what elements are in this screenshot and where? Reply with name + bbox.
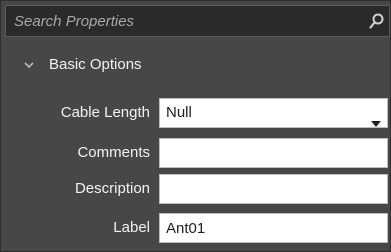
properties-panel: Basic Options Cable Length Null Comments… [0, 0, 391, 252]
dropdown-arrow-icon[interactable] [371, 110, 381, 127]
group-title: Basic Options [49, 55, 142, 73]
property-row-comments: Comments [1, 138, 391, 168]
description-label: Description [74, 180, 150, 197]
property-row-description: Description [1, 174, 391, 204]
cable-length-select[interactable]: Null [159, 98, 388, 128]
group-basic-options[interactable]: Basic Options [23, 53, 142, 75]
search-bar [5, 5, 390, 37]
description-field[interactable] [159, 174, 388, 204]
property-row-label: Label [1, 213, 391, 243]
search-icon[interactable] [369, 12, 385, 30]
comments-label: Comments [77, 144, 150, 161]
comments-field[interactable] [159, 138, 388, 168]
label-field[interactable] [159, 213, 388, 243]
label-label: Label [113, 219, 150, 236]
cable-length-label: Cable Length [60, 104, 150, 121]
cable-length-value: Null [166, 104, 192, 121]
chevron-down-icon[interactable] [23, 58, 35, 70]
property-row-cable-length: Cable Length Null [1, 98, 391, 128]
search-input[interactable] [6, 6, 366, 36]
